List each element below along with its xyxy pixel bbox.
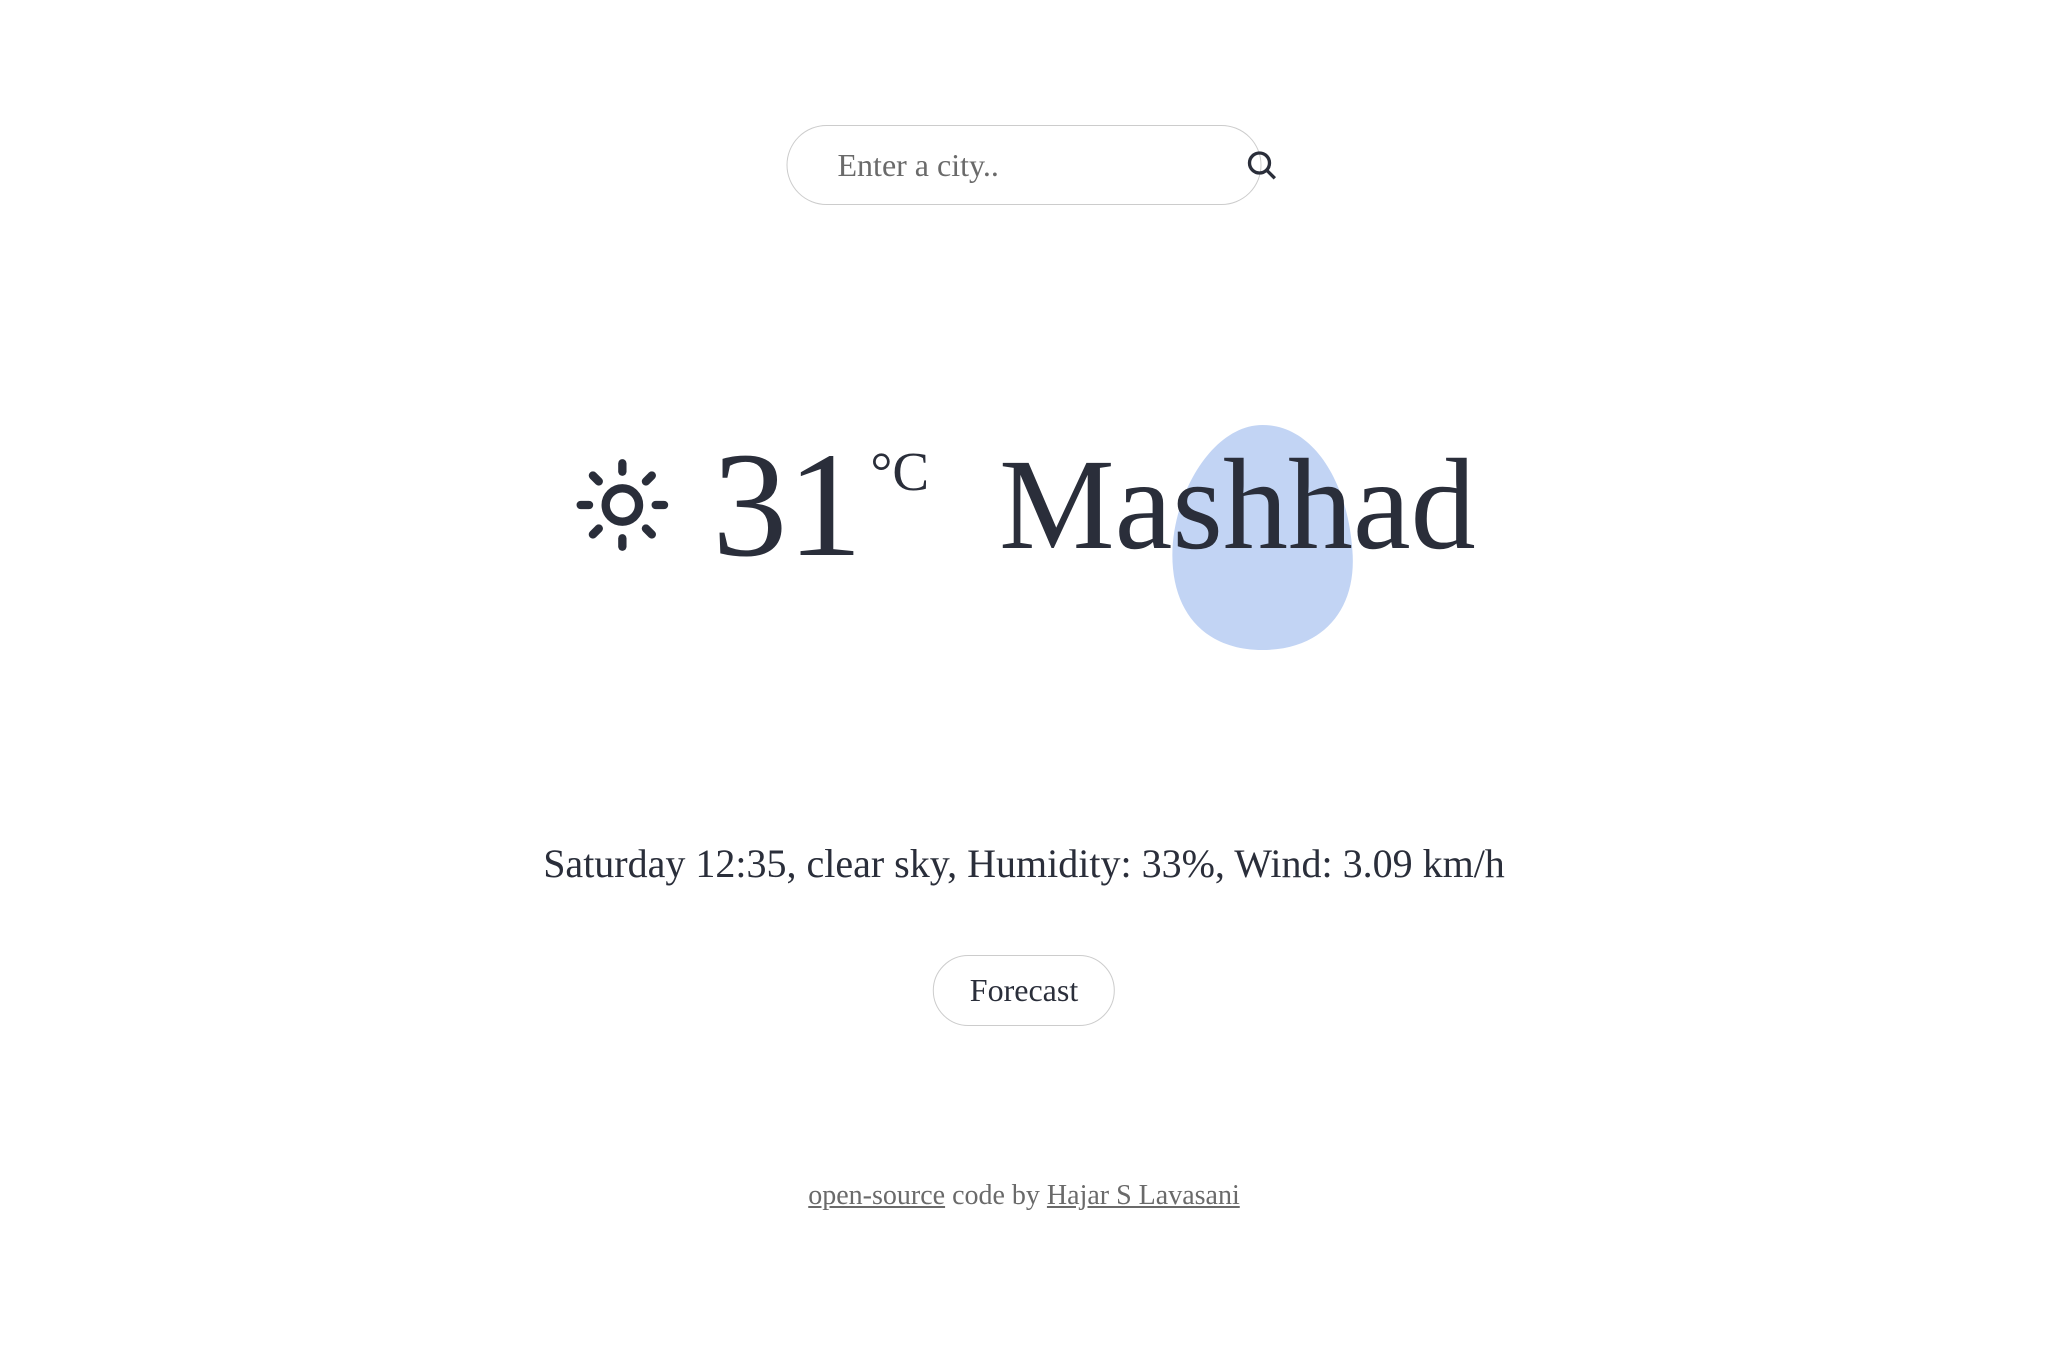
sun-icon	[572, 455, 672, 555]
weather-main: 31 °C Mashhad	[572, 430, 1475, 580]
footer-text: code by	[945, 1180, 1047, 1211]
temperature-value: 31	[712, 430, 862, 580]
temperature-display: 31 °C	[712, 430, 929, 580]
city-search-input[interactable]	[838, 147, 1238, 184]
weather-details: Saturday 12:35, clear sky, Humidity: 33%…	[543, 840, 1505, 887]
open-source-link[interactable]: open-source	[808, 1180, 945, 1211]
search-container	[787, 125, 1262, 205]
search-icon	[1246, 149, 1278, 181]
city-name: Mashhad	[999, 430, 1476, 580]
author-link[interactable]: Hajar S Lavasani	[1047, 1180, 1240, 1211]
forecast-button[interactable]: Forecast	[933, 955, 1115, 1026]
search-button[interactable]	[1238, 141, 1286, 189]
footer: open-source code by Hajar S Lavasani	[808, 1180, 1240, 1212]
temperature-unit: °C	[870, 440, 929, 503]
